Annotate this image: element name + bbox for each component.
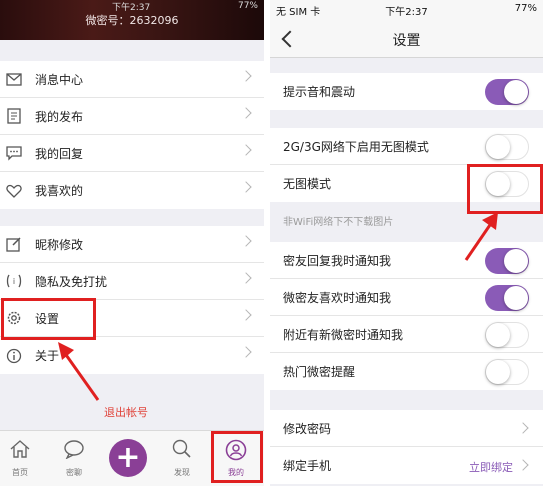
highlight-no-image-toggle-box <box>467 164 543 214</box>
menu-item-privacy[interactable]: i 隐私及免打扰 <box>0 263 264 300</box>
tab-home[interactable]: 首页 <box>0 439 40 478</box>
privacy-icon: i <box>6 273 22 289</box>
setting-friend-like-notify: 微密友喜欢时通知我 <box>270 279 543 316</box>
chat-icon <box>54 439 94 461</box>
arrow-annotation-right <box>464 212 498 261</box>
menu-item-label: 消息中心 <box>35 72 84 87</box>
settings-screen: 无 SIM 卡 下午2:37 77% 设置 提示音和震动 2G/3G网络下启用无… <box>270 0 543 486</box>
settings-group-account: 修改密码 绑定手机 立即绑定 <box>270 410 543 484</box>
friend-like-toggle[interactable] <box>485 285 529 311</box>
setting-label: 修改密码 <box>283 421 332 436</box>
settings-group-sound: 提示音和震动 <box>270 73 543 110</box>
tab-discover[interactable]: 发现 <box>162 439 202 478</box>
tab-label: 发现 <box>174 468 190 477</box>
tab-label: 首页 <box>12 468 28 477</box>
setting-sound-vibration: 提示音和震动 <box>270 73 543 110</box>
setting-change-password[interactable]: 修改密码 <box>270 410 543 447</box>
status-bar: 无 SIM 卡 下午2:37 77% <box>270 0 543 20</box>
menu-item-nickname[interactable]: 昵称修改 <box>0 226 264 263</box>
profile-header: 下午2:37 77% 微密号：2632096 <box>0 0 264 40</box>
tab-label: 密聊 <box>66 468 82 477</box>
menu-item-label: 我的发布 <box>35 109 84 124</box>
menu-item-label: 隐私及免打扰 <box>35 274 108 289</box>
menu-item-my-replies[interactable]: 我的回复 <box>0 135 264 172</box>
document-icon <box>6 108 22 124</box>
nearby-notify-toggle[interactable] <box>485 322 529 348</box>
highlight-settings-box <box>1 298 96 340</box>
sound-vibration-toggle[interactable] <box>485 79 529 105</box>
navigation-bar: 设置 <box>270 20 543 58</box>
add-post-button[interactable]: + <box>109 439 147 477</box>
wechat-id: 微密号：2632096 <box>85 14 179 27</box>
menu-item-favorites[interactable]: 我喜欢的 <box>0 172 264 209</box>
hot-reminder-toggle[interactable] <box>485 359 529 385</box>
menu-item-label: 昵称修改 <box>35 237 84 252</box>
highlight-me-tab-box <box>211 431 263 483</box>
arrow-annotation-left <box>58 342 100 401</box>
info-icon <box>6 348 22 364</box>
comment-icon <box>6 145 22 161</box>
menu-item-about[interactable]: 关于 <box>0 337 264 374</box>
home-icon <box>0 439 40 461</box>
heart-icon <box>6 183 22 199</box>
no-image-hint: 非WiFi网络下不下载图片 <box>283 217 394 228</box>
envelope-icon <box>6 71 22 87</box>
setting-nearby-notify: 附近有新微密时通知我 <box>270 316 543 353</box>
menu-item-label: 我的回复 <box>35 146 84 161</box>
svg-text:i: i <box>13 277 15 286</box>
bind-phone-value: 立即绑定 <box>469 461 513 474</box>
status-time: 下午2:37 <box>385 7 428 18</box>
2g3g-no-image-toggle[interactable] <box>485 134 529 160</box>
menu-item-my-posts[interactable]: 我的发布 <box>0 98 264 135</box>
battery-status: 77% <box>514 3 537 14</box>
battery-status: 77% <box>237 1 258 11</box>
plus-icon: + <box>115 440 141 475</box>
setting-2g3g-no-image: 2G/3G网络下启用无图模式 <box>270 128 543 165</box>
menu-group-1: 消息中心 我的发布 我的回复 我喜欢的 <box>0 61 264 209</box>
logout-link[interactable]: 退出帐号 <box>104 404 148 420</box>
search-icon <box>162 439 202 461</box>
page-title: 设置 <box>392 33 421 49</box>
edit-icon <box>6 236 22 252</box>
profile-screen: 下午2:37 77% 微密号：2632096 消息中心 我的发布 我的回复 我喜… <box>0 0 264 486</box>
setting-bind-phone[interactable]: 绑定手机 立即绑定 <box>270 447 543 484</box>
setting-hot-reminder: 热门微密提醒 <box>270 353 543 390</box>
tab-chat[interactable]: 密聊 <box>54 439 94 478</box>
menu-item-label: 我喜欢的 <box>35 184 84 198</box>
menu-item-messages[interactable]: 消息中心 <box>0 61 264 98</box>
screenshot-composite: 下午2:37 77% 微密号：2632096 消息中心 我的发布 我的回复 我喜… <box>0 0 543 486</box>
